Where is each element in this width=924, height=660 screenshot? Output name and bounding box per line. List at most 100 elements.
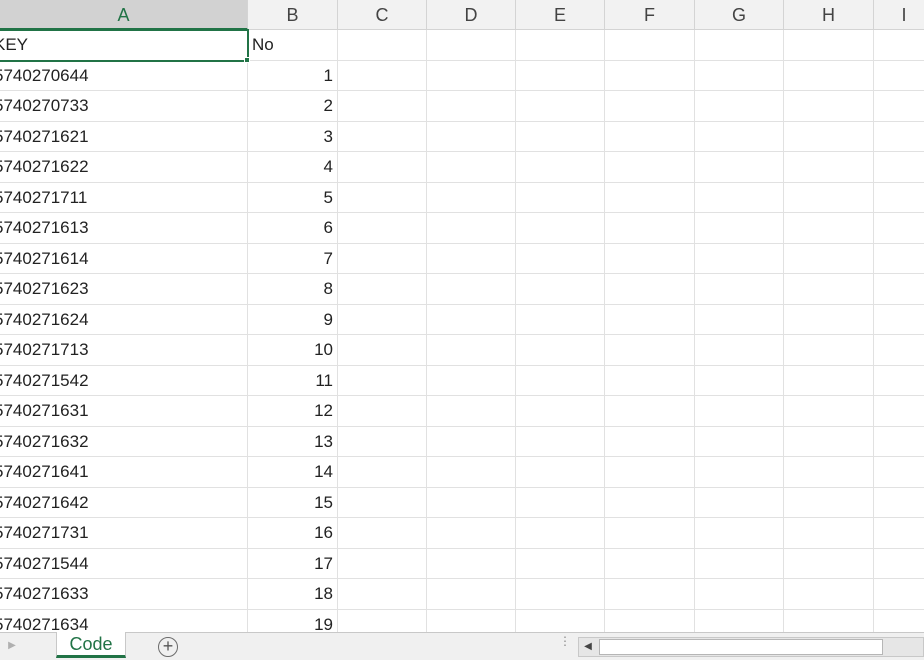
key-cell[interactable]: 5740271632 [0, 426, 248, 456]
cell-empty[interactable] [695, 152, 784, 182]
cell-empty[interactable] [338, 60, 427, 90]
cell-empty[interactable] [695, 243, 784, 273]
cell-empty[interactable] [695, 121, 784, 151]
cell-empty[interactable] [338, 335, 427, 365]
cell-empty[interactable] [605, 60, 695, 90]
cell-empty[interactable] [695, 487, 784, 517]
key-cell[interactable]: 5740271713 [0, 335, 248, 365]
cell-empty[interactable] [338, 365, 427, 395]
cell-empty[interactable] [338, 30, 427, 60]
number-cell[interactable]: 2 [248, 91, 338, 121]
key-cell[interactable]: 5740271624 [0, 304, 248, 334]
cell-empty[interactable] [695, 213, 784, 243]
cell-empty[interactable] [427, 396, 516, 426]
number-cell[interactable]: 16 [248, 518, 338, 548]
number-cell[interactable]: 5 [248, 182, 338, 212]
cell-empty[interactable] [784, 243, 874, 273]
cell-empty[interactable] [516, 548, 605, 578]
cell-empty[interactable] [338, 487, 427, 517]
cell-empty[interactable] [338, 91, 427, 121]
cell-empty[interactable] [516, 487, 605, 517]
cell-empty[interactable] [874, 457, 924, 487]
number-cell[interactable]: 17 [248, 548, 338, 578]
cell-empty[interactable] [695, 335, 784, 365]
cell-empty[interactable] [695, 579, 784, 609]
number-cell[interactable]: 13 [248, 426, 338, 456]
horizontal-scrollbar[interactable]: ◀ [578, 637, 924, 657]
cell-empty[interactable] [784, 365, 874, 395]
cell-empty[interactable] [784, 121, 874, 151]
split-handle[interactable]: ⋮ [559, 635, 571, 655]
key-cell[interactable]: 5740271731 [0, 518, 248, 548]
cell-empty[interactable] [338, 121, 427, 151]
cell-empty[interactable] [784, 182, 874, 212]
cell-empty[interactable] [874, 213, 924, 243]
scrollbar-thumb[interactable] [599, 639, 883, 655]
cell-empty[interactable] [516, 152, 605, 182]
cell-empty[interactable] [338, 518, 427, 548]
cell-empty[interactable] [427, 426, 516, 456]
cell-empty[interactable] [338, 182, 427, 212]
key-cell[interactable]: 5740271544 [0, 548, 248, 578]
cell-empty[interactable] [427, 274, 516, 304]
cell-empty[interactable] [695, 182, 784, 212]
key-cell[interactable]: 5740271711 [0, 182, 248, 212]
cell-empty[interactable] [427, 30, 516, 60]
cell-empty[interactable] [338, 243, 427, 273]
triangle-right-icon[interactable]: ▶ [6, 639, 18, 653]
cell-empty[interactable] [874, 518, 924, 548]
cell-empty[interactable] [338, 274, 427, 304]
column-header-d[interactable]: D [427, 0, 516, 30]
cell-empty[interactable] [427, 365, 516, 395]
cell-empty[interactable] [605, 426, 695, 456]
cell-empty[interactable] [784, 426, 874, 456]
cell-empty[interactable] [516, 396, 605, 426]
cell-empty[interactable] [874, 91, 924, 121]
cell-empty[interactable] [695, 548, 784, 578]
number-cell[interactable]: 9 [248, 304, 338, 334]
number-cell[interactable]: 10 [248, 335, 338, 365]
cell-empty[interactable] [874, 427, 924, 457]
cell-empty[interactable] [516, 121, 605, 151]
number-cell[interactable]: 12 [248, 396, 338, 426]
cell-empty[interactable] [605, 457, 695, 487]
cell-empty[interactable] [874, 549, 924, 579]
cell-empty[interactable] [427, 457, 516, 487]
cell-empty[interactable] [695, 609, 784, 632]
column-header-e[interactable]: E [516, 0, 605, 30]
key-cell[interactable]: 5740271622 [0, 152, 248, 182]
cell-empty[interactable] [427, 152, 516, 182]
cell-empty[interactable] [784, 152, 874, 182]
triangle-left-icon[interactable]: ◀ [579, 638, 597, 656]
sheet-tab-code[interactable]: Code [56, 632, 126, 658]
key-cell[interactable]: 5740271642 [0, 487, 248, 517]
cell-empty[interactable] [427, 518, 516, 548]
cell-empty[interactable] [784, 518, 874, 548]
cell-empty[interactable] [874, 152, 924, 182]
cell-empty[interactable] [605, 91, 695, 121]
cell-empty[interactable] [338, 457, 427, 487]
cell-empty[interactable] [874, 30, 924, 60]
cell-empty[interactable] [516, 304, 605, 334]
cell-empty[interactable] [784, 91, 874, 121]
cell-empty[interactable] [427, 304, 516, 334]
cell-empty[interactable] [427, 609, 516, 632]
cell-empty[interactable] [695, 396, 784, 426]
cell-empty[interactable] [605, 121, 695, 151]
cell-empty[interactable] [605, 274, 695, 304]
cell-empty[interactable] [516, 30, 605, 60]
cell-empty[interactable] [874, 396, 924, 426]
column-header-f[interactable]: F [605, 0, 695, 30]
key-cell[interactable]: 5740270733 [0, 91, 248, 121]
cell-empty[interactable] [338, 609, 427, 632]
cell-empty[interactable] [784, 30, 874, 60]
cell-empty[interactable] [516, 365, 605, 395]
cell-empty[interactable] [427, 182, 516, 212]
cell-empty[interactable] [338, 396, 427, 426]
cell-empty[interactable] [874, 335, 924, 365]
number-cell[interactable]: 11 [248, 365, 338, 395]
column-header-b[interactable]: B [248, 0, 338, 30]
cell-empty[interactable] [695, 30, 784, 60]
column-header-i[interactable]: I [874, 0, 924, 30]
key-cell[interactable]: 5740271634 [0, 609, 248, 632]
